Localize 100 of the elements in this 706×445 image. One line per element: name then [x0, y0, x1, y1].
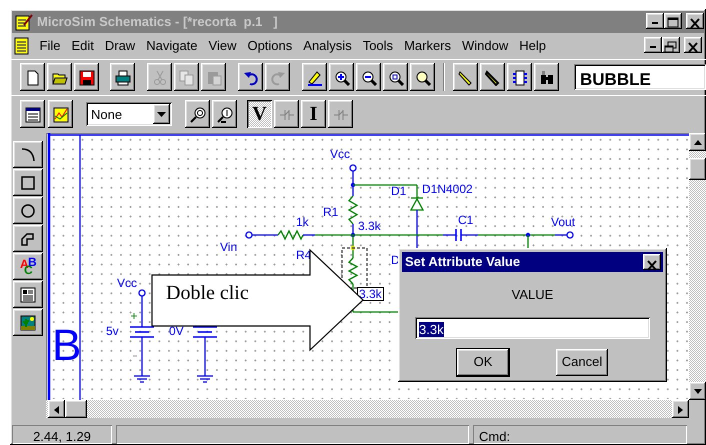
dialog-button[interactable]: Cancel — [556, 348, 608, 376]
terminal-symbol — [349, 164, 357, 172]
graph-icon — [52, 106, 68, 123]
zoom-area-icon — [388, 70, 404, 86]
minimize-button[interactable] — [644, 37, 662, 53]
scroll-thumb[interactable] — [689, 158, 706, 180]
callout-text: Doble clic — [166, 283, 249, 303]
menu-item[interactable]: Draw — [99, 36, 141, 56]
tool-button[interactable] — [13, 197, 43, 224]
toolbar-button[interactable] — [47, 63, 72, 91]
battery-symbol — [193, 326, 217, 338]
scroll-thumb[interactable] — [65, 400, 87, 418]
toolbar-button[interactable] — [185, 100, 210, 128]
menu-item[interactable]: File — [34, 36, 66, 56]
toolbar-button[interactable] — [238, 63, 263, 91]
toolbar-button[interactable] — [410, 63, 435, 91]
restore-icon — [663, 40, 679, 54]
toolbar-button[interactable] — [453, 63, 478, 91]
scroll-down-button[interactable] — [689, 382, 706, 400]
menu-item[interactable]: Edit — [66, 36, 100, 56]
new-file-icon — [24, 70, 40, 86]
maximize-icon — [665, 16, 681, 30]
tool-button[interactable] — [13, 281, 43, 308]
menu-item[interactable]: Tools — [357, 36, 399, 56]
junction-dot — [350, 232, 356, 238]
minimize-button[interactable] — [646, 13, 664, 29]
close-button[interactable] — [643, 254, 661, 270]
maximize-button[interactable] — [664, 13, 682, 29]
toolbar-button[interactable] — [383, 63, 408, 91]
circle-icon — [20, 203, 36, 220]
selection-box — [342, 248, 368, 288]
toolbar-button[interactable] — [110, 63, 135, 91]
menu-item[interactable]: Options — [242, 36, 298, 56]
minimize-icon — [650, 46, 656, 48]
toolbar-button[interactable] — [302, 63, 327, 91]
marker-dropdown[interactable]: None — [86, 102, 172, 126]
toolbar-button[interactable] — [212, 100, 237, 128]
tool-button[interactable] — [13, 309, 43, 336]
down-arrow-icon — [694, 389, 702, 394]
menu-item[interactable]: Markers — [398, 36, 457, 56]
border-zone-letter: B — [52, 324, 82, 368]
scroll-right-button[interactable] — [672, 400, 689, 418]
command-prompt: Cmd: — [473, 425, 687, 444]
value-label: 3.3k — [358, 220, 381, 232]
chip-icon — [512, 70, 528, 86]
plus-sign-icon — [130, 312, 138, 320]
tool-button[interactable] — [13, 169, 43, 196]
document-icon — [13, 36, 31, 56]
part-name-field[interactable]: BUBBLE — [574, 64, 706, 90]
toolbar-button[interactable] — [356, 63, 381, 91]
part-label: D1 — [391, 185, 406, 197]
value-label: 1k — [296, 216, 309, 228]
dropdown-button[interactable] — [153, 104, 170, 124]
menu-item[interactable]: Window — [456, 36, 514, 56]
menu-item[interactable]: View — [203, 36, 242, 56]
toolbar-button[interactable] — [20, 63, 45, 91]
minimize-icon — [652, 22, 658, 24]
menu-item[interactable]: Help — [514, 36, 552, 56]
junction-dot — [526, 232, 530, 238]
dialog-button[interactable]: OK — [457, 348, 509, 376]
junction-dot — [350, 246, 356, 250]
binoculars-icon — [538, 70, 554, 86]
cursor-position: 2.44, 1.29 — [12, 425, 112, 444]
printer-icon — [114, 70, 130, 86]
close-button[interactable] — [686, 13, 704, 29]
current-probe-icon — [216, 106, 232, 123]
scroll-up-button[interactable] — [689, 133, 706, 151]
tool-button[interactable] — [13, 141, 43, 168]
text-box-icon — [20, 287, 36, 304]
wire — [252, 234, 278, 236]
toolbar-button[interactable]: V — [247, 100, 272, 128]
net-label: Vout — [551, 216, 576, 228]
toolbar-button[interactable]: I — [301, 100, 326, 128]
redo-arrow-icon — [270, 70, 286, 86]
toolbar-button[interactable] — [20, 100, 45, 128]
wire — [141, 337, 143, 368]
toolbar-button[interactable] — [329, 63, 354, 91]
selected-value-label[interactable]: 3.3k — [357, 287, 384, 301]
menu-item[interactable]: Analysis — [298, 36, 358, 56]
window-title: MicroSim Schematics - [*recorta p.1 ] — [37, 13, 278, 32]
dialog-title: Set Attribute Value — [405, 253, 520, 272]
toolbar-button[interactable] — [48, 100, 73, 128]
scroll-left-button[interactable] — [48, 400, 65, 418]
junction-dot — [350, 182, 356, 188]
toolbar-button[interactable] — [507, 63, 532, 91]
resistor-symbol — [348, 196, 358, 224]
voltage-probe-icon — [190, 106, 206, 123]
right-arrow-icon — [678, 406, 683, 414]
toolbar-button[interactable] — [74, 63, 99, 91]
toolbar-button[interactable] — [480, 63, 505, 91]
close-button[interactable] — [684, 37, 702, 53]
value-field[interactable]: 3.3k — [415, 316, 650, 338]
menu-item[interactable]: Navigate — [140, 36, 204, 56]
tool-button[interactable] — [13, 225, 43, 252]
net-label: Vcc — [330, 148, 350, 160]
restore-button[interactable] — [662, 37, 680, 53]
resistor-symbol — [348, 258, 358, 284]
toolbar-button[interactable] — [534, 63, 559, 91]
polyline-icon — [20, 231, 36, 248]
rectangle-icon — [20, 175, 36, 192]
